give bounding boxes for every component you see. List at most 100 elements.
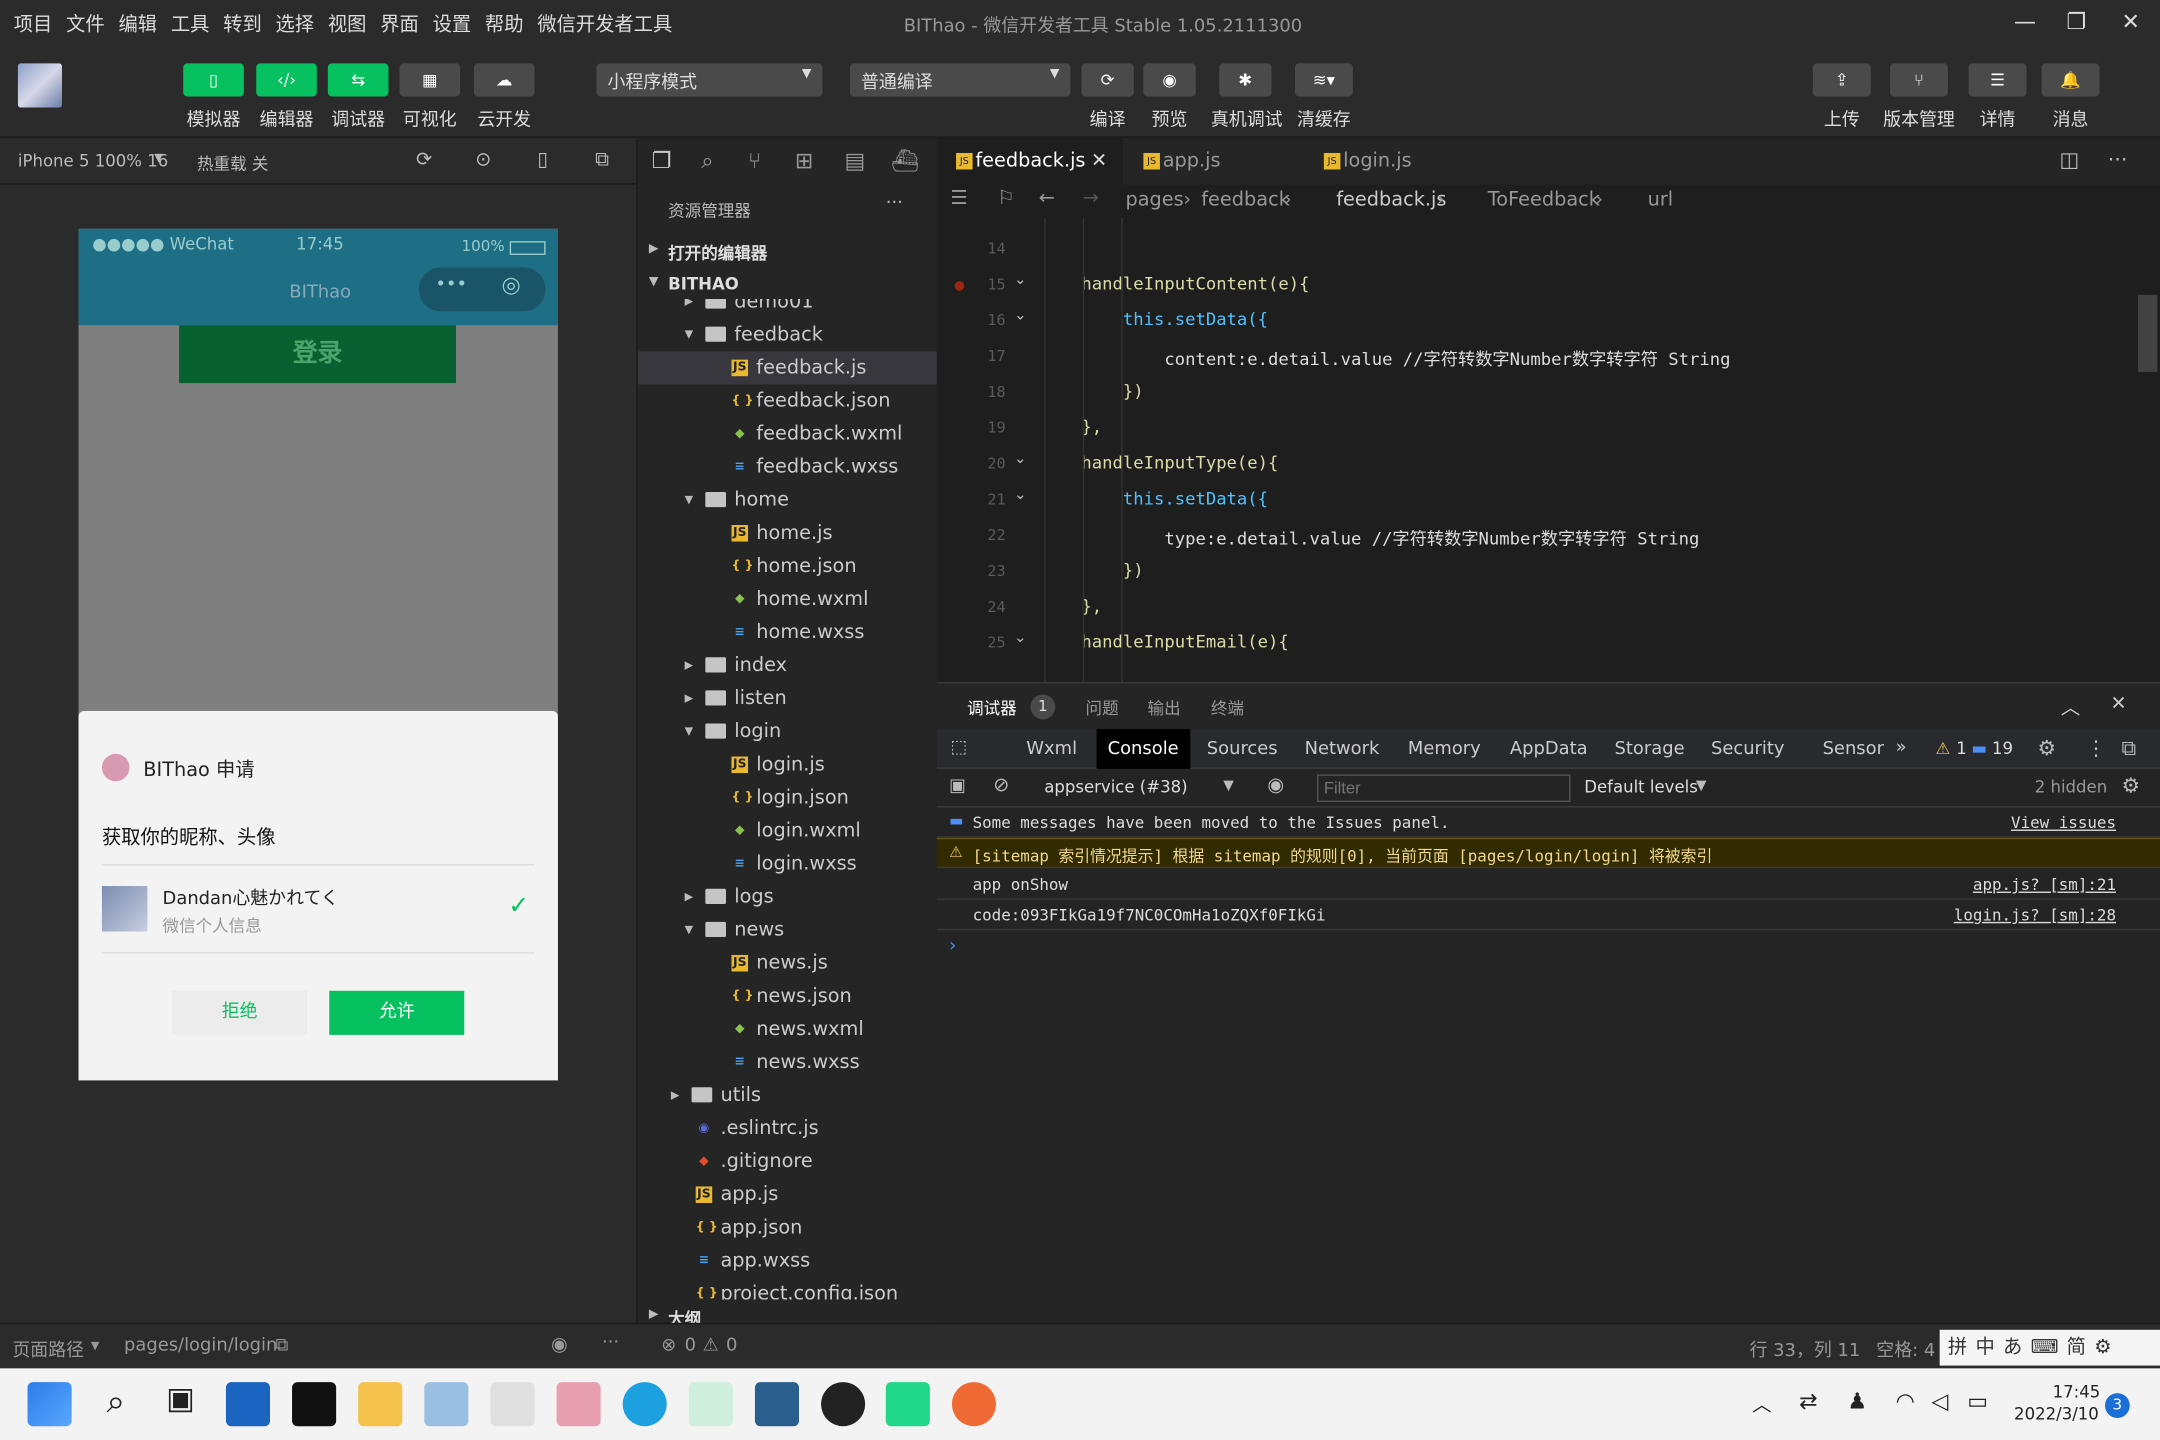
eye-icon[interactable]: ◉: [551, 1334, 568, 1356]
cursor-position[interactable]: 行 33，列 11: [1750, 1335, 1861, 1362]
browser-icon[interactable]: [622, 1382, 667, 1427]
close-icon[interactable]: ✕: [2122, 8, 2140, 34]
target-icon[interactable]: ◎: [501, 271, 520, 297]
editor-button[interactable]: 编辑器: [252, 105, 321, 131]
menu-item[interactable]: 文件: [66, 10, 105, 38]
cloud-button[interactable]: 云开发: [470, 105, 539, 131]
crumb-folder[interactable]: feedback: [1201, 189, 1290, 211]
fold-icon[interactable]: ⌄: [1014, 270, 1027, 288]
search-icon[interactable]: ⌕: [94, 1382, 138, 1426]
debugger-icon[interactable]: ⇆: [327, 63, 389, 97]
device-select[interactable]: iPhone 5 100% 16: [18, 152, 168, 171]
fold-icon[interactable]: ⌄: [1014, 485, 1027, 503]
preview-button[interactable]: 预览: [1143, 105, 1195, 131]
split-icon[interactable]: ◫: [2060, 147, 2080, 172]
close-icon[interactable]: ✕: [2110, 693, 2126, 715]
docker-icon[interactable]: ⛴: [891, 147, 919, 173]
cloud-icon[interactable]: ☁: [473, 63, 535, 97]
chevron-up-icon[interactable]: ︿: [2061, 693, 2080, 721]
open-editors-section[interactable]: 打开的编辑器: [668, 241, 767, 264]
chevron-up-icon[interactable]: ︿: [1752, 1390, 1771, 1418]
more-icon[interactable]: •••: [435, 274, 467, 295]
notepad-icon[interactable]: [490, 1382, 535, 1427]
capsule[interactable]: ••• ◎: [418, 267, 546, 312]
code-line[interactable]: this.setData({: [1081, 309, 1268, 330]
qq-icon[interactable]: ♟: [1847, 1388, 1867, 1414]
tree-item[interactable]: ▶ index: [638, 649, 938, 682]
volume-icon[interactable]: ◁: [1931, 1388, 1948, 1414]
crumb-symbol[interactable]: ToFeedback: [1488, 189, 1600, 211]
allow-button[interactable]: 允许: [329, 990, 465, 1035]
tree-item[interactable]: ▼ login: [638, 715, 938, 748]
code-line[interactable]: },: [1081, 416, 1102, 437]
search-icon[interactable]: ⌕: [701, 147, 713, 175]
hot-reload-toggle[interactable]: 热重载 关: [197, 152, 268, 175]
tree-item[interactable]: ≡ login.wxss: [638, 847, 938, 880]
tree-item[interactable]: ▶ listen: [638, 682, 938, 715]
snip-icon[interactable]: [556, 1382, 601, 1427]
restore-icon[interactable]: ❐: [2066, 8, 2086, 34]
menu-item[interactable]: 项目: [14, 10, 53, 38]
bug-icon[interactable]: ✱: [1219, 63, 1272, 97]
code-line[interactable]: }): [1081, 380, 1144, 401]
code-line[interactable]: type:e.detail.value //字符转数字Number数字转字符 S…: [1081, 524, 1699, 550]
tree-item[interactable]: ▶ utils: [638, 1079, 938, 1112]
warn-count[interactable]: 1: [1956, 739, 1967, 758]
tree-item[interactable]: ≡ home.wxss: [638, 616, 938, 649]
tree-item[interactable]: JS app.js: [638, 1178, 938, 1211]
login-button[interactable]: 登录: [179, 325, 456, 384]
tree-item[interactable]: { } feedback.json: [638, 384, 938, 417]
visual-icon[interactable]: ▦: [399, 63, 461, 97]
code-line[interactable]: }): [1081, 559, 1144, 580]
user-name[interactable]: Dandan心魅かれてく: [163, 883, 339, 910]
context-select[interactable]: appservice (#38): [1044, 777, 1187, 796]
menu-item[interactable]: 视图: [328, 10, 367, 38]
clear-cache-button[interactable]: 清缓存: [1292, 105, 1355, 131]
postman-icon[interactable]: [951, 1382, 997, 1427]
reject-button[interactable]: 拒绝: [172, 990, 308, 1035]
windows-start-icon[interactable]: [27, 1382, 72, 1427]
minimize-icon[interactable]: —: [2014, 8, 2036, 34]
pycharm-icon[interactable]: [885, 1382, 930, 1427]
indent-setting[interactable]: 空格: 4: [1876, 1335, 1935, 1362]
bell-icon[interactable]: 🔔: [2041, 63, 2100, 97]
messages-button[interactable]: 消息: [2042, 105, 2100, 131]
code-area[interactable]: 14 15 ⌄ handleInputContent(e){16 ⌄ this.setD…: [937, 217, 2160, 683]
upload-icon[interactable]: ⇪: [1812, 63, 1871, 97]
code-line[interactable]: handleInputContent(e){: [1081, 273, 1309, 294]
code-line[interactable]: handleInputEmail(e){: [1081, 631, 1288, 652]
tree-item[interactable]: JS home.js: [638, 517, 938, 550]
avatar[interactable]: [17, 63, 62, 108]
bookmark-icon[interactable]: ⚐: [997, 187, 1014, 209]
tree-item[interactable]: ◉ .eslintrc.js: [638, 1112, 938, 1145]
devtools-tab[interactable]: Sensor: [1812, 729, 1895, 769]
tree-item[interactable]: { } news.json: [638, 980, 938, 1013]
source-link[interactable]: login.js? [sm]:28: [1954, 905, 2116, 924]
terminal-icon[interactable]: [292, 1382, 337, 1427]
filter-input[interactable]: [1316, 774, 1571, 802]
tab-terminal[interactable]: 终端: [1211, 696, 1244, 719]
warning-count[interactable]: 0: [726, 1335, 737, 1356]
editor-icon[interactable]: ‹/›: [256, 63, 317, 97]
tree-item[interactable]: ≡ news.wxss: [638, 1046, 938, 1079]
back-icon[interactable]: ←: [1039, 187, 1055, 209]
crumb-file[interactable]: feedback.js: [1336, 189, 1446, 211]
storage-icon[interactable]: ▤: [844, 147, 865, 173]
menu-item[interactable]: 选择: [276, 10, 315, 38]
devtools-tab[interactable]: Network: [1294, 729, 1391, 769]
fold-icon[interactable]: ⌄: [1014, 449, 1027, 467]
gear-icon[interactable]: ⚙: [2037, 736, 2056, 761]
tree-item[interactable]: ◆ feedback.wxml: [638, 418, 938, 451]
files-icon[interactable]: ❐: [652, 147, 672, 173]
tree-item[interactable]: ≡ feedback.wxss: [638, 451, 938, 484]
devtools-tab[interactable]: AppData: [1499, 729, 1599, 769]
ime-toolbar[interactable]: 拼中あ⌨简⚙: [1939, 1329, 2160, 1366]
remote-debug-button[interactable]: 真机调试: [1205, 105, 1288, 131]
tab-login-js[interactable]: JS login.js: [1305, 138, 1484, 185]
tree-item[interactable]: JS login.js: [638, 748, 938, 781]
visual-button[interactable]: 可视化: [395, 105, 464, 131]
more-icon[interactable]: ···: [602, 1333, 619, 1354]
sidebar-toggle-icon[interactable]: ▣: [949, 776, 966, 797]
info-count[interactable]: 19: [1992, 739, 2013, 758]
layers-icon[interactable]: ≋▾: [1294, 63, 1353, 97]
